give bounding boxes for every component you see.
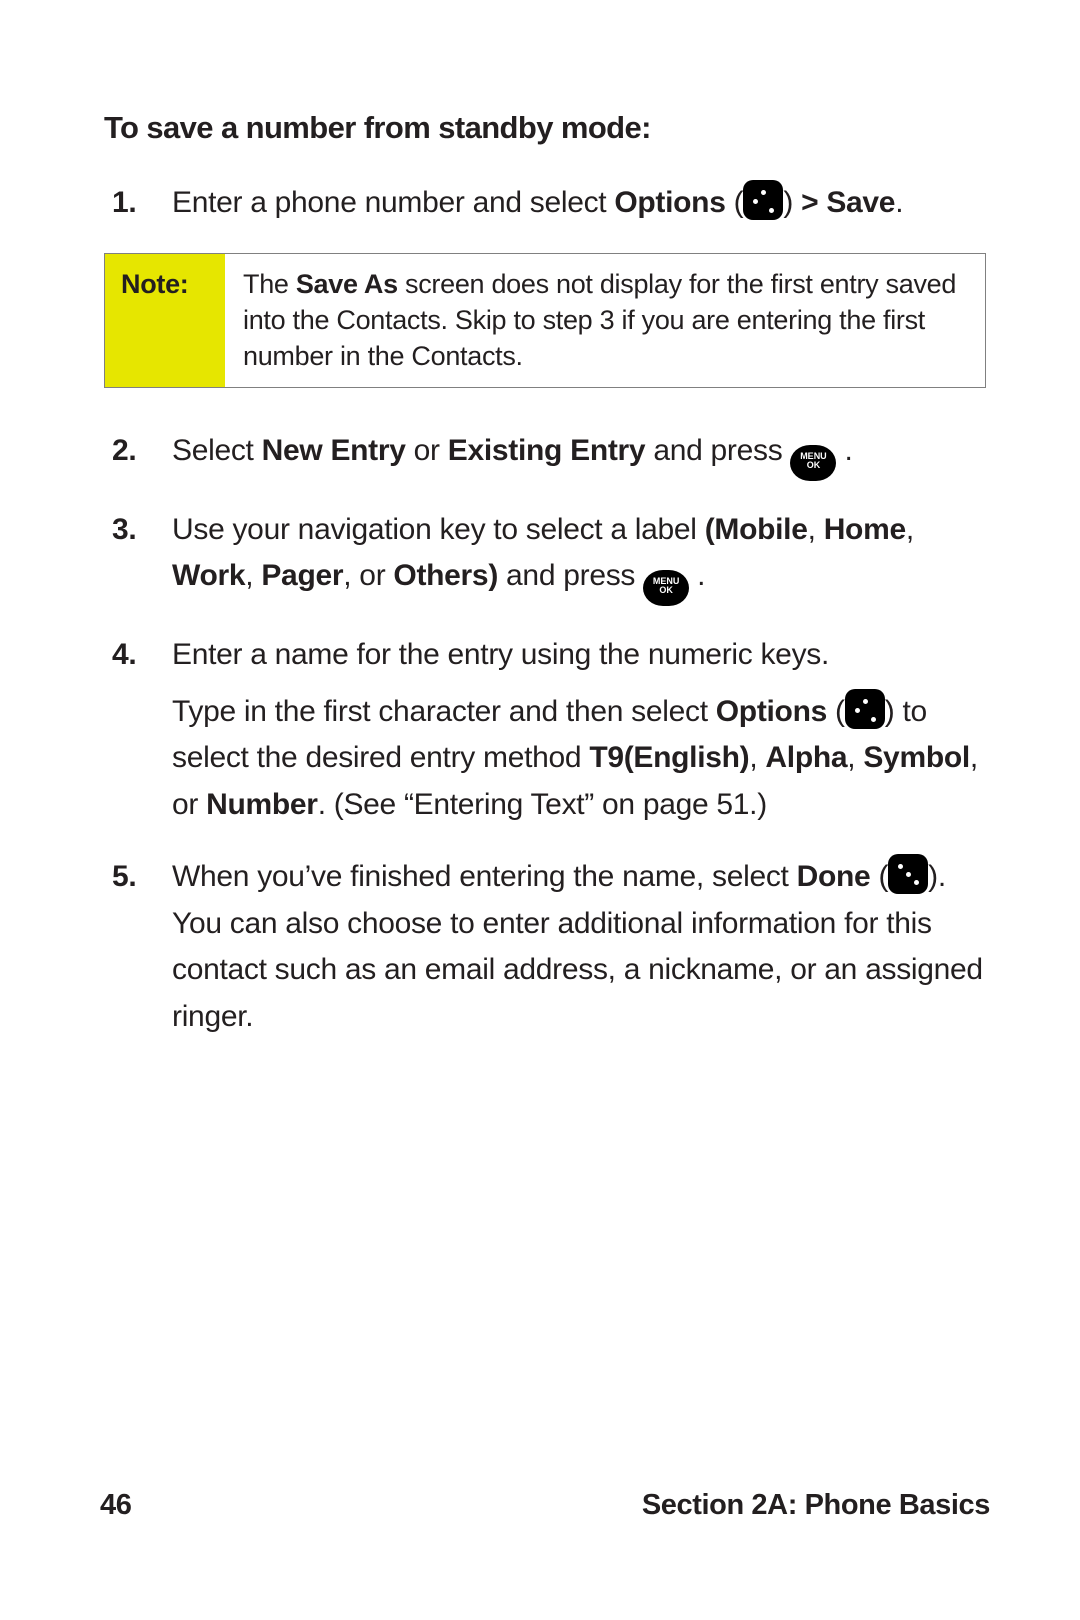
text: Use your navigation key to select a labe… [172,513,705,546]
text: ). [928,860,946,893]
text: ) [885,695,903,728]
save-path: > Save [801,186,895,219]
text: ( [726,186,744,219]
label-others: Others) [393,559,498,592]
method-symbol: Symbol [863,741,970,774]
step-number: 2. [112,428,136,475]
text: , [749,741,765,774]
text: When you’ve finished entering the name, … [172,860,797,893]
text: , [245,559,261,592]
label-mobile: (Mobile [705,513,808,546]
text: . [836,434,852,467]
text: ( [827,695,845,728]
text: Enter a phone number and select [172,186,614,219]
step-5: 5. When you’ve finished entering the nam… [160,854,990,1040]
text: ) [783,186,801,219]
method-alpha: Alpha [765,741,847,774]
text: , [808,513,824,546]
step-4: 4. Enter a name for the entry using the … [160,632,990,828]
options-label: Options [716,695,827,728]
text: , [906,513,914,546]
step-number: 3. [112,507,136,554]
text: . [895,186,903,219]
step-number: 4. [112,632,136,679]
step-3: 3. Use your navigation key to select a l… [160,507,990,607]
options-label: Options [614,186,725,219]
text: , [847,741,863,774]
step-number: 5. [112,854,136,901]
new-entry-label: New Entry [262,434,406,467]
label-work: Work [172,559,245,592]
note-label: Note: [105,254,225,387]
softkey-icon [845,689,885,729]
menu-ok-icon: MENUOK [643,570,689,606]
section-title: Section 2A: Phone Basics [642,1489,990,1522]
section-heading: To save a number from standby mode: [104,110,990,146]
note-body: The Save As screen does not display for … [225,254,985,387]
text: The [243,269,296,299]
page-number: 46 [100,1489,131,1522]
text: You can also choose to enter additional … [172,907,983,1033]
text: ( [870,860,888,893]
step-2: 2. Select New Entry or Existing Entry an… [160,428,990,481]
save-as-term: Save As [296,269,398,299]
step4-line1: Enter a name for the entry using the num… [172,632,990,679]
softkey-done-icon [888,854,928,894]
step-number: 1. [112,180,136,227]
page-footer: 46 Section 2A: Phone Basics [100,1489,990,1522]
step-1: 1. Enter a phone number and select Optio… [160,180,990,227]
softkey-icon [743,180,783,220]
text: and press [498,559,643,592]
text: and press [645,434,790,467]
label-home: Home [824,513,906,546]
instruction-list-continued: 2. Select New Entry or Existing Entry an… [100,428,990,1041]
done-label: Done [797,860,871,893]
text: , or [343,559,393,592]
text: or [406,434,448,467]
text: . [689,559,705,592]
existing-entry-label: Existing Entry [448,434,646,467]
menu-ok-icon: MENUOK [790,445,836,481]
instruction-list: 1. Enter a phone number and select Optio… [100,180,990,227]
text: Type in the first character and then sel… [172,695,716,728]
manual-page: To save a number from standby mode: 1. E… [0,0,1080,1620]
text: Select [172,434,262,467]
note-callout: Note: The Save As screen does not displa… [104,253,986,388]
method-number: Number [206,788,318,821]
label-pager: Pager [261,559,343,592]
method-t9: T9(English) [589,741,749,774]
text: . (See “Entering Text” on page 51.) [318,788,767,821]
